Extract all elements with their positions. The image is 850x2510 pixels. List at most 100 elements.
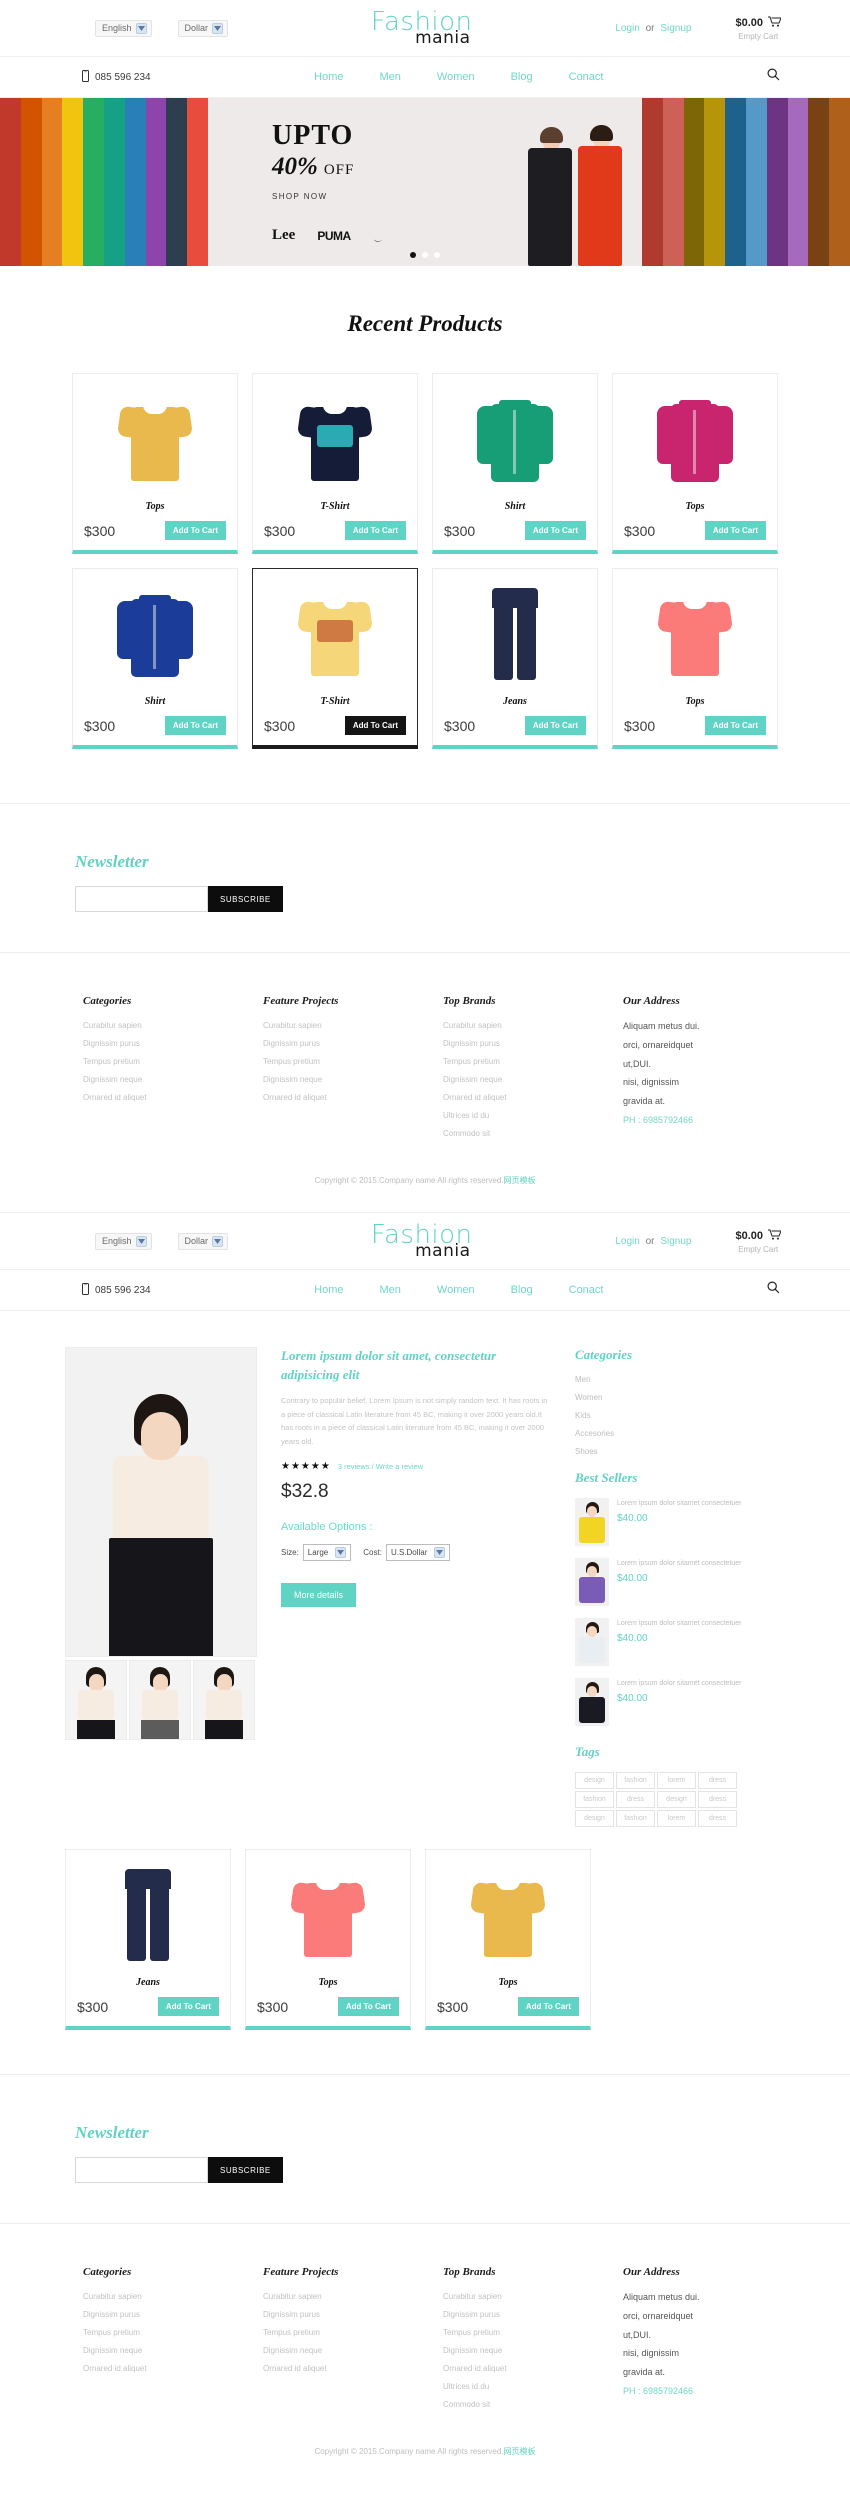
footer-link[interactable]: Curabitur sapien bbox=[83, 2292, 245, 2301]
add-to-cart-button[interactable]: Add To Cart bbox=[164, 716, 226, 735]
nav-item-men[interactable]: Men bbox=[379, 1284, 400, 1296]
newsletter-email-input[interactable] bbox=[75, 2157, 208, 2183]
currency-select[interactable]: Dollar bbox=[177, 19, 229, 37]
search-icon[interactable] bbox=[767, 1281, 820, 1299]
best-seller-item[interactable]: Lorem ipsum dolor sitamet consectetuer $4… bbox=[575, 1558, 743, 1606]
subscribe-button[interactable]: SUBSCRIBE bbox=[208, 2157, 283, 2183]
best-seller-item[interactable]: Lorem ipsum dolor sitamet consectetuer $4… bbox=[575, 1618, 743, 1666]
product-card[interactable]: T-Shirt $300 Add To Cart bbox=[252, 373, 418, 554]
footer-link[interactable]: Ultrices id du bbox=[443, 1111, 605, 1120]
tag-item[interactable]: fashion bbox=[616, 1772, 655, 1789]
cart-widget[interactable]: $0.00 Empty Cart bbox=[735, 1229, 782, 1254]
sidebar-category-item[interactable]: Women bbox=[575, 1393, 743, 1402]
footer-link[interactable]: Tempus pretium bbox=[83, 2328, 245, 2337]
add-to-cart-button[interactable]: Add To Cart bbox=[517, 1997, 579, 2016]
footer-link[interactable]: Dignissim purus bbox=[443, 2310, 605, 2319]
best-seller-item[interactable]: Lorem ipsum dolor sitamet consectetuer $4… bbox=[575, 1498, 743, 1546]
footer-link[interactable]: Commodo sit bbox=[443, 1129, 605, 1138]
footer-link[interactable]: Dignissim purus bbox=[83, 2310, 245, 2319]
nav-item-conact[interactable]: Conact bbox=[569, 1284, 604, 1296]
footer-link[interactable]: Ornared id aliquet bbox=[443, 1093, 605, 1102]
product-card[interactable]: Jeans $300 Add To Cart bbox=[432, 568, 598, 749]
tag-item[interactable]: dress bbox=[616, 1791, 655, 1808]
site-logo[interactable]: Fashion mania bbox=[371, 9, 473, 47]
carousel-dot-3[interactable] bbox=[434, 252, 440, 258]
newsletter-email-input[interactable] bbox=[75, 886, 208, 912]
product-card[interactable]: T-Shirt $300 Add To Cart bbox=[252, 568, 418, 749]
tag-item[interactable]: design bbox=[575, 1810, 614, 1827]
tag-item[interactable]: fashion bbox=[575, 1791, 614, 1808]
product-card[interactable]: Tops $300 Add To Cart bbox=[612, 568, 778, 749]
tag-item[interactable]: design bbox=[657, 1791, 696, 1808]
product-thumbnail[interactable] bbox=[193, 1660, 255, 1740]
nav-item-blog[interactable]: Blog bbox=[511, 1284, 533, 1296]
sidebar-category-item[interactable]: Men bbox=[575, 1375, 743, 1384]
tag-item[interactable]: lorem bbox=[657, 1810, 696, 1827]
footer-link[interactable]: Curabitur sapien bbox=[443, 2292, 605, 2301]
tag-item[interactable]: dress bbox=[698, 1772, 737, 1789]
footer-link[interactable]: Tempus pretium bbox=[443, 2328, 605, 2337]
product-card[interactable]: Tops $300 Add To Cart bbox=[245, 1849, 411, 2030]
footer-link[interactable]: Curabitur sapien bbox=[83, 1021, 245, 1030]
footer-link[interactable]: Dignissim neque bbox=[263, 2346, 425, 2355]
product-card[interactable]: Tops $300 Add To Cart bbox=[425, 1849, 591, 2030]
product-thumbnail[interactable] bbox=[65, 1660, 127, 1740]
footer-link[interactable]: Tempus pretium bbox=[263, 1057, 425, 1066]
footer-link[interactable]: Curabitur sapien bbox=[263, 1021, 425, 1030]
subscribe-button[interactable]: SUBSCRIBE bbox=[208, 886, 283, 912]
add-to-cart-button[interactable]: Add To Cart bbox=[524, 521, 586, 540]
site-logo[interactable]: Fashion mania bbox=[371, 1222, 473, 1260]
reviews-link[interactable]: 3 reviews / Write a review bbox=[338, 1462, 423, 1471]
tag-item[interactable]: dress bbox=[698, 1791, 737, 1808]
carousel-dot-2[interactable] bbox=[422, 252, 428, 258]
nav-item-home[interactable]: Home bbox=[314, 71, 343, 83]
shop-now-link[interactable]: SHOP NOW bbox=[272, 192, 399, 201]
tag-item[interactable]: fashion bbox=[616, 1810, 655, 1827]
signup-link[interactable]: Signup bbox=[660, 23, 691, 34]
language-select[interactable]: English bbox=[95, 1232, 152, 1250]
size-select[interactable]: Large bbox=[302, 1544, 352, 1562]
tag-item[interactable]: lorem bbox=[657, 1772, 696, 1789]
add-to-cart-button[interactable]: Add To Cart bbox=[344, 716, 406, 735]
footer-link[interactable]: Curabitur sapien bbox=[263, 2292, 425, 2301]
product-card[interactable]: Tops $300 Add To Cart bbox=[72, 373, 238, 554]
footer-link[interactable]: Ornared id aliquet bbox=[83, 2364, 245, 2373]
cost-select[interactable]: U.S.Dollar bbox=[385, 1544, 451, 1562]
sidebar-category-item[interactable]: Shoes bbox=[575, 1447, 743, 1456]
footer-link[interactable]: Ornared id aliquet bbox=[263, 2364, 425, 2373]
login-link[interactable]: Login bbox=[615, 1236, 639, 1247]
more-details-button[interactable]: More details bbox=[281, 1583, 357, 1608]
hero-main-slide[interactable]: UPTO 40% OFF SHOP NOW Lee PUMA bbox=[208, 98, 642, 266]
product-card[interactable]: Jeans $300 Add To Cart bbox=[65, 1849, 231, 2030]
product-card[interactable]: Shirt $300 Add To Cart bbox=[72, 568, 238, 749]
add-to-cart-button[interactable]: Add To Cart bbox=[164, 521, 226, 540]
add-to-cart-button[interactable]: Add To Cart bbox=[524, 716, 586, 735]
footer-link[interactable]: Dignissim purus bbox=[443, 1039, 605, 1048]
footer-link[interactable]: Tempus pretium bbox=[83, 1057, 245, 1066]
product-thumbnail[interactable] bbox=[129, 1660, 191, 1740]
login-link[interactable]: Login bbox=[615, 23, 639, 34]
best-seller-item[interactable]: Lorem ipsum dolor sitamet consectetuer $4… bbox=[575, 1678, 743, 1726]
footer-link[interactable]: Dignissim purus bbox=[263, 2310, 425, 2319]
add-to-cart-button[interactable]: Add To Cart bbox=[344, 521, 406, 540]
nav-item-men[interactable]: Men bbox=[379, 71, 400, 83]
sidebar-category-item[interactable]: Kids bbox=[575, 1411, 743, 1420]
footer-link[interactable]: Dignissim purus bbox=[83, 1039, 245, 1048]
add-to-cart-button[interactable]: Add To Cart bbox=[337, 1997, 399, 2016]
footer-link[interactable]: Ornared id aliquet bbox=[263, 1093, 425, 1102]
footer-link[interactable]: Curabitur sapien bbox=[443, 1021, 605, 1030]
language-select[interactable]: English bbox=[95, 19, 152, 37]
footer-link[interactable]: Dignissim neque bbox=[263, 1075, 425, 1084]
signup-link[interactable]: Signup bbox=[660, 1236, 691, 1247]
footer-link[interactable]: Tempus pretium bbox=[263, 2328, 425, 2337]
nav-item-women[interactable]: Women bbox=[437, 1284, 475, 1296]
product-card[interactable]: Shirt $300 Add To Cart bbox=[432, 373, 598, 554]
search-icon[interactable] bbox=[767, 68, 820, 86]
cart-widget[interactable]: $0.00 Empty Cart bbox=[735, 16, 782, 41]
add-to-cart-button[interactable]: Add To Cart bbox=[157, 1997, 219, 2016]
footer-link[interactable]: Ornared id aliquet bbox=[443, 2364, 605, 2373]
currency-select[interactable]: Dollar bbox=[177, 1232, 229, 1250]
footer-link[interactable]: Tempus pretium bbox=[443, 1057, 605, 1066]
footer-link[interactable]: Dignissim purus bbox=[263, 1039, 425, 1048]
footer-link[interactable]: Dignissim neque bbox=[443, 1075, 605, 1084]
